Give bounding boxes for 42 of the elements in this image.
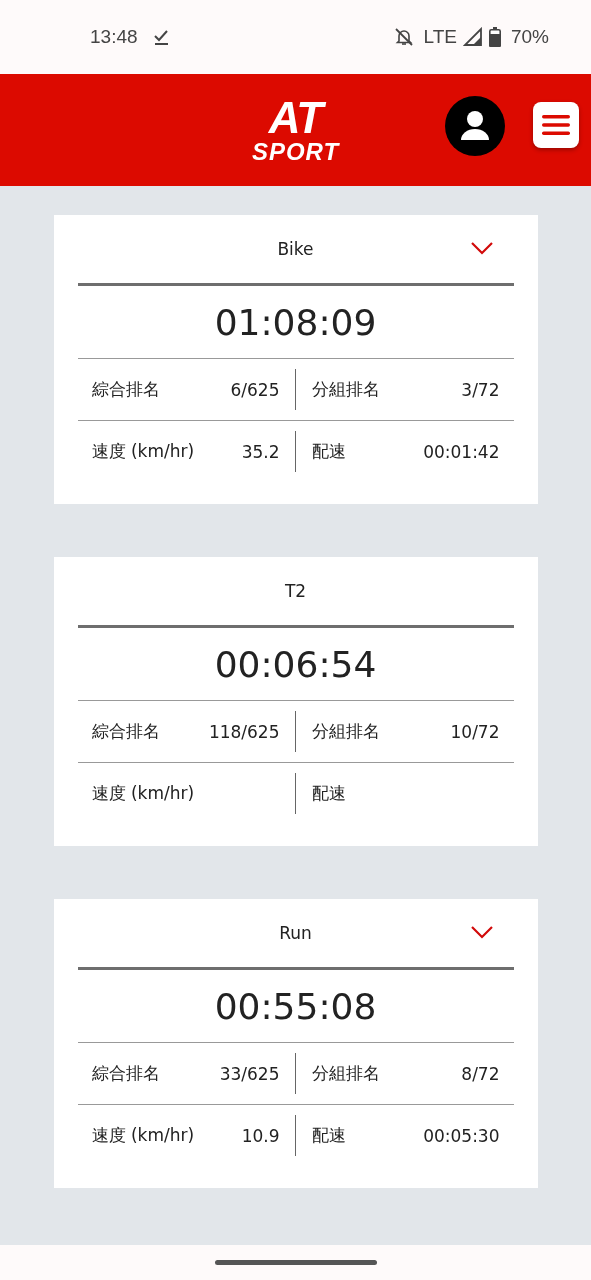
stat-label: 分組排名 xyxy=(311,1062,380,1085)
stat-value: 3/72 xyxy=(461,379,500,400)
chevron-down-icon[interactable] xyxy=(469,241,494,255)
menu-icon xyxy=(542,113,570,137)
chevron-down-icon[interactable] xyxy=(469,925,494,939)
split-title: T2 xyxy=(284,581,307,601)
split-title: Bike xyxy=(277,239,314,259)
profile-button[interactable] xyxy=(445,96,505,156)
stat-label: 速度 (km/hr) xyxy=(91,782,195,805)
stat-label: 綜合排名 xyxy=(91,378,160,401)
stat-label: 配速 xyxy=(311,1124,346,1147)
stat-value: 8/72 xyxy=(461,1063,500,1084)
stat-label: 分組排名 xyxy=(311,720,380,743)
muted-bell-icon xyxy=(393,27,414,47)
clock-time: 13:48 xyxy=(90,26,138,48)
battery-icon xyxy=(488,27,501,47)
stat-value: 10.9 xyxy=(241,1125,280,1146)
network-label: LTE xyxy=(423,26,457,48)
stat-label: 綜合排名 xyxy=(91,720,160,743)
stat-value: 6/625 xyxy=(230,379,280,400)
gesture-handle[interactable] xyxy=(214,1260,377,1265)
stat-value: 10/72 xyxy=(450,721,500,742)
stat-value: 33/625 xyxy=(219,1063,280,1084)
stat-label: 綜合排名 xyxy=(91,1062,160,1085)
stat-value: 35.2 xyxy=(241,441,280,462)
split-time: 00:55:08 xyxy=(77,970,514,1043)
logo-text: SPORT xyxy=(251,140,340,164)
stat-value: 118/625 xyxy=(208,721,280,742)
stat-value: 00:01:42 xyxy=(423,441,500,462)
battery-percent: 70% xyxy=(510,26,549,48)
stat-label: 速度 (km/hr) xyxy=(91,1124,195,1147)
stat-value: 00:05:30 xyxy=(423,1125,500,1146)
signal-icon xyxy=(462,27,483,47)
split-time: 00:06:54 xyxy=(77,628,514,701)
menu-button[interactable] xyxy=(533,102,579,148)
split-title: Run xyxy=(279,923,312,943)
checkmark-icon xyxy=(151,28,170,46)
stat-label: 分組排名 xyxy=(311,378,380,401)
stat-label: 速度 (km/hr) xyxy=(91,440,195,463)
split-time: 01:08:09 xyxy=(77,286,514,359)
stat-label: 配速 xyxy=(311,782,346,805)
stat-label: 配速 xyxy=(311,440,346,463)
